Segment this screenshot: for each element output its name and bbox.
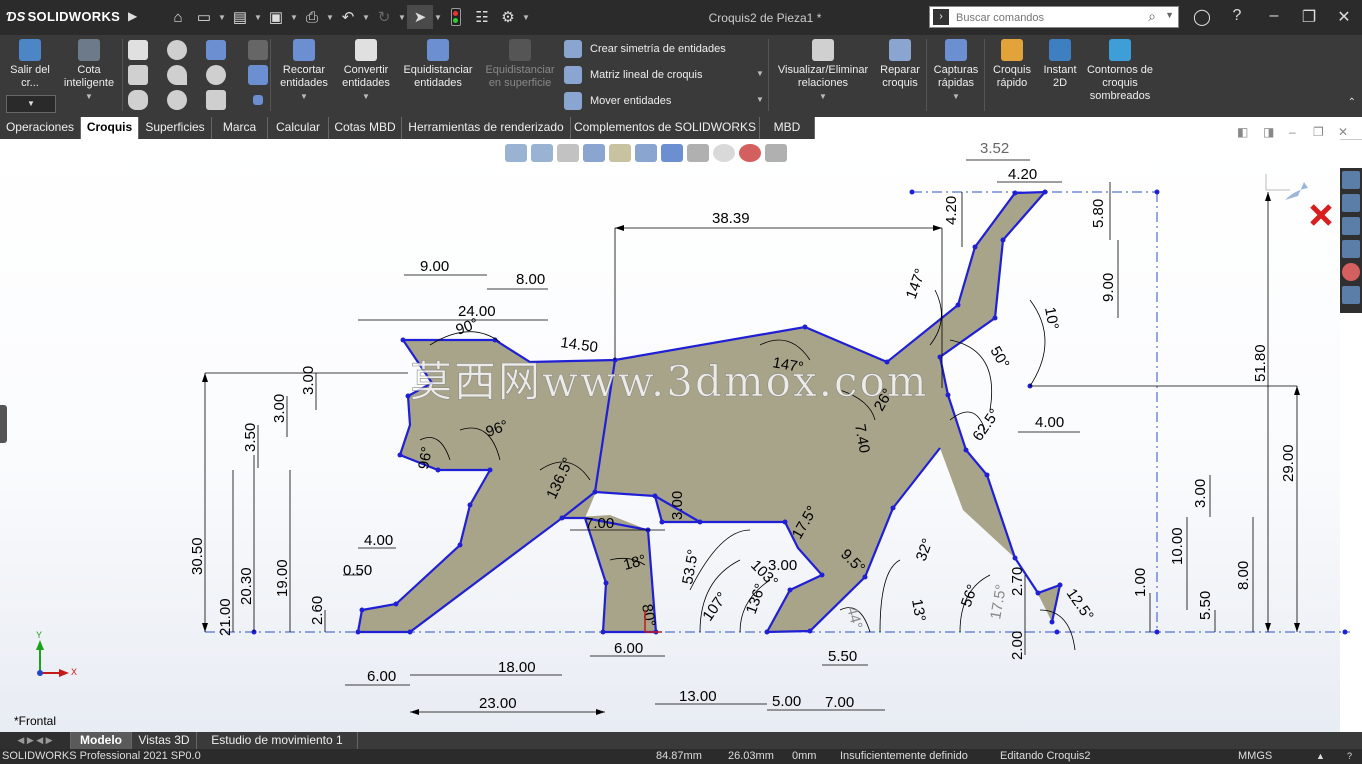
- x-axis-label: X: [71, 667, 77, 677]
- sketch-drawing[interactable]: 3.52 4.20 4.20 5.80 9.00 38.39 9.00 8.00…: [0, 0, 1362, 764]
- dim-text: 2.60: [309, 596, 326, 625]
- tab-modelo[interactable]: Modelo: [71, 732, 132, 749]
- angle-text: 32°: [913, 536, 937, 563]
- sketch-status[interactable]: Insuficientemente definido: [840, 749, 968, 764]
- angle-text: 13°: [908, 598, 929, 623]
- angle-text: 56°: [958, 582, 982, 609]
- angle-text: 53.5°: [679, 548, 702, 586]
- status-bar: SOLIDWORKS Professional 2021 SP0.0 84.87…: [0, 749, 1362, 764]
- dim-text: 24.00: [458, 303, 496, 320]
- exit-sketch-corner-icon: [1285, 182, 1308, 200]
- dim-text: 8.00: [1235, 561, 1252, 590]
- dim-text: 4.00: [1035, 414, 1064, 431]
- dim-text: 2.00: [1009, 631, 1026, 660]
- dim-text: 5.50: [1197, 591, 1214, 620]
- dim-text: 9.00: [1100, 273, 1117, 302]
- dim-text: 1.00: [1132, 568, 1149, 597]
- dim-text: 3.00: [1192, 479, 1209, 508]
- dim-text: 2.70: [1009, 567, 1026, 596]
- dim-text: 10.00: [1169, 527, 1186, 565]
- angle-text: 12.5°: [1063, 586, 1097, 625]
- view-orientation-label: *Frontal: [14, 714, 57, 728]
- angle-text: 136°: [743, 581, 770, 616]
- y-axis-label: Y: [36, 630, 42, 640]
- dim-text: 8.00: [516, 271, 545, 288]
- dim-text: 3.00: [300, 366, 317, 395]
- angle-text: 17.5°: [987, 583, 1010, 621]
- confirmation-corner[interactable]: [1265, 174, 1332, 226]
- tab-scroll-arrows[interactable]: ◀ ▶ ◀ ▶: [0, 732, 71, 749]
- angle-text: 107°: [699, 589, 731, 624]
- dim-text: 5.80: [1090, 199, 1107, 228]
- dim-text: 3.50: [242, 423, 259, 452]
- dim-text: 6.00: [367, 668, 396, 685]
- angle-text: 10°: [1041, 306, 1062, 331]
- dim-text: 4.00: [364, 532, 393, 549]
- angle-text: 147°: [903, 266, 930, 301]
- dim-text: 21.00: [217, 598, 234, 636]
- dim-text: 18.00: [498, 659, 536, 676]
- dim-text: 7.00: [585, 515, 614, 532]
- angle-text: 50°: [987, 344, 1013, 372]
- dim-text: 23.00: [479, 695, 517, 712]
- dim-text: 38.39: [712, 210, 750, 227]
- dim-text: 30.50: [189, 537, 206, 575]
- dim-text: 14.50: [559, 334, 599, 356]
- dim-text: 4.20: [1008, 166, 1037, 183]
- origin-triad: Y X: [36, 630, 77, 677]
- tab-vistas-3d[interactable]: Vistas 3D: [132, 732, 197, 749]
- dim-text: 13.00: [679, 688, 717, 705]
- tab-estudio-movimiento[interactable]: Estudio de movimiento 1: [197, 732, 358, 749]
- product-version: SOLIDWORKS Professional 2021 SP0.0: [2, 750, 201, 762]
- status-help-icon[interactable]: ?: [1347, 749, 1352, 764]
- unit-system[interactable]: MMGS: [1238, 749, 1272, 764]
- dim-text: 5.00: [772, 693, 801, 710]
- dim-text: 29.00: [1280, 444, 1297, 482]
- watermark-text: 莫西网www.3dmox.com: [410, 357, 929, 406]
- dim-text: 3.00: [669, 491, 686, 520]
- bottom-tabs: ◀ ▶ ◀ ▶ Modelo Vistas 3D Estudio de movi…: [0, 732, 1362, 749]
- dim-text: 9.00: [420, 258, 449, 275]
- angle-text: 44°: [843, 605, 865, 631]
- editing-status: Editando Croquis2: [1000, 750, 1091, 762]
- dim-text: 5.50: [828, 648, 857, 665]
- dim-text: 7.00: [825, 694, 854, 711]
- dim-text: 6.00: [614, 640, 643, 657]
- dim-text: 0.50: [343, 562, 372, 579]
- angle-text: 62.5°: [969, 406, 1003, 445]
- cursor-x: 84.87mm: [656, 750, 702, 762]
- dim-text: 3.00: [271, 394, 288, 423]
- dim-text: 19.00: [274, 559, 291, 597]
- cancel-sketch-icon: [1310, 204, 1332, 226]
- cursor-y: 26.03mm: [728, 750, 774, 762]
- unit-dropdown-icon[interactable]: ▲: [1316, 749, 1325, 764]
- dim-text: 3.52: [980, 140, 1009, 157]
- cursor-z: 0mm: [792, 750, 817, 762]
- dim-text: 51.80: [1252, 344, 1269, 382]
- dim-text: 4.20: [943, 196, 960, 225]
- dim-text: 20.30: [238, 567, 255, 605]
